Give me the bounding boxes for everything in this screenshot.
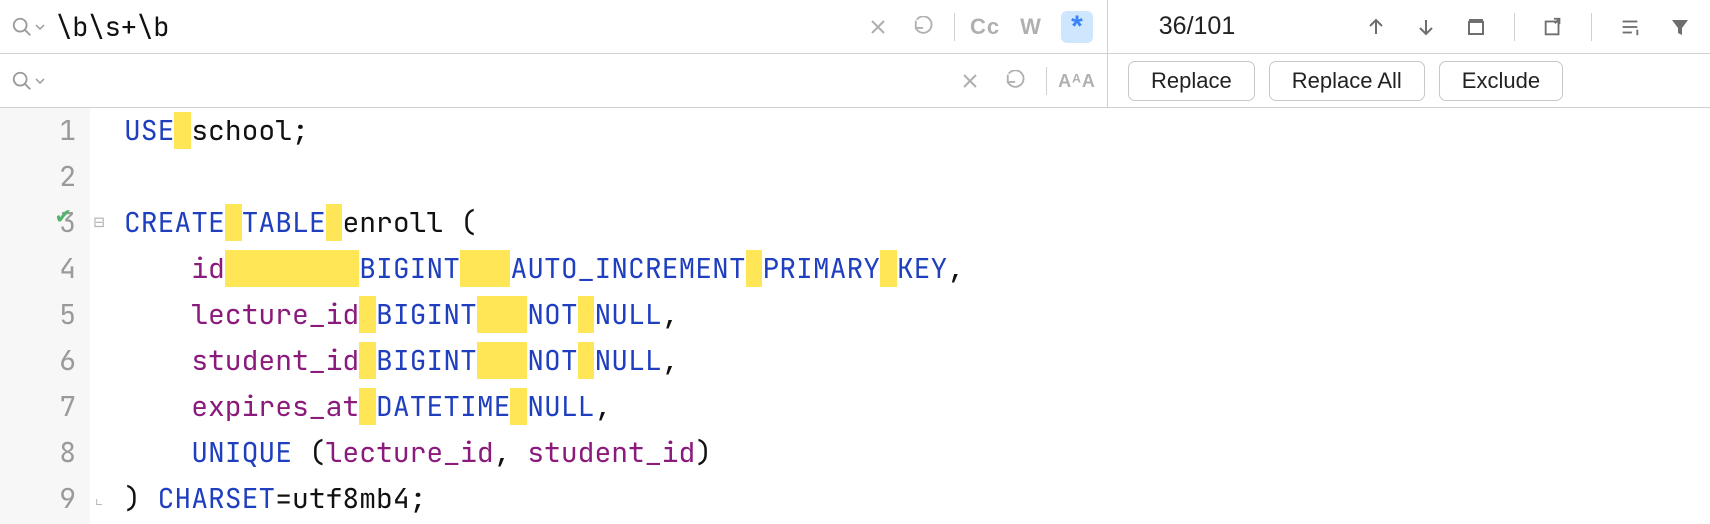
match-case-toggle[interactable]: Cc [969,11,1001,43]
replace-input[interactable] [56,54,954,108]
search-input[interactable] [56,0,862,53]
whole-word-toggle[interactable]: W [1015,11,1047,43]
search-options: Cc W * [862,11,1107,43]
replace-button[interactable]: Replace [1128,61,1255,101]
filter-icon[interactable] [1664,11,1696,43]
replace-input-area: AᴬA [0,54,1108,108]
line-number: 6 [0,338,76,384]
search-icon [0,16,56,38]
fold-open-icon[interactable]: ⊟ [90,200,108,246]
chevron-down-icon [35,76,45,86]
code-area[interactable]: USE school; CREATE TABLE enroll ( id BIG… [110,108,1710,524]
search-row: Cc W * 36/101 [0,0,1710,54]
line-number: 5 [0,292,76,338]
find-replace-panel: Cc W * 36/101 [0,0,1710,108]
replace-options: AᴬA [954,65,1107,97]
exclude-button[interactable]: Exclude [1439,61,1563,101]
prev-match-button[interactable] [1360,11,1392,43]
regex-toggle[interactable]: * [1061,11,1093,43]
history-icon[interactable] [908,11,940,43]
chevron-down-icon [35,22,45,32]
clear-replace-icon[interactable] [954,65,986,97]
replace-icon [0,70,56,92]
line-number: 1 [0,108,76,154]
line-number: 8 [0,430,76,476]
toggle-selection-button[interactable] [1614,11,1646,43]
line-number: 2 [0,154,76,200]
replace-history-icon[interactable] [1000,65,1032,97]
search-results-panel: 36/101 [1108,0,1710,53]
next-match-button[interactable] [1410,11,1442,43]
match-count: 36/101 [1122,12,1272,41]
code-line: CREATE TABLE enroll ( [124,200,1710,246]
clear-icon[interactable] [862,11,894,43]
code-line: UNIQUE (lecture_id, student_id) [124,430,1710,476]
select-all-occurrences-button[interactable] [1460,11,1492,43]
preserve-case-toggle[interactable]: AᴬA [1061,65,1093,97]
code-line: lecture_id BIGINT NOT NULL, [124,292,1710,338]
code-line: id BIGINT AUTO_INCREMENT PRIMARY KEY, [124,246,1710,292]
fold-close-icon[interactable]: ⌞ [90,476,108,522]
line-number: 7 [0,384,76,430]
new-selection-button[interactable] [1537,11,1569,43]
code-line: student_id BIGINT NOT NULL, [124,338,1710,384]
line-number: 4 [0,246,76,292]
code-line: ) CHARSET=utf8mb4; [124,476,1710,522]
gutter: 1 2 3 4 5 6 7 8 9 ✔ [0,108,90,524]
line-number: 9 [0,476,76,522]
search-input-area: Cc W * [0,0,1108,53]
code-line: expires_at DATETIME NULL, [124,384,1710,430]
fold-strip: ⊟ ⌞ [90,108,110,524]
editor[interactable]: 1 2 3 4 5 6 7 8 9 ✔ ⊟ ⌞ USE school; CREA… [0,108,1710,524]
check-icon: ✔ [56,200,70,231]
replace-row: AᴬA Replace Replace All Exclude [0,54,1710,108]
code-line: USE school; [124,108,1710,154]
search-nav-icons [1272,11,1696,43]
replace-buttons-panel: Replace Replace All Exclude [1108,54,1710,108]
code-line [124,154,1710,200]
replace-all-button[interactable]: Replace All [1269,61,1425,101]
